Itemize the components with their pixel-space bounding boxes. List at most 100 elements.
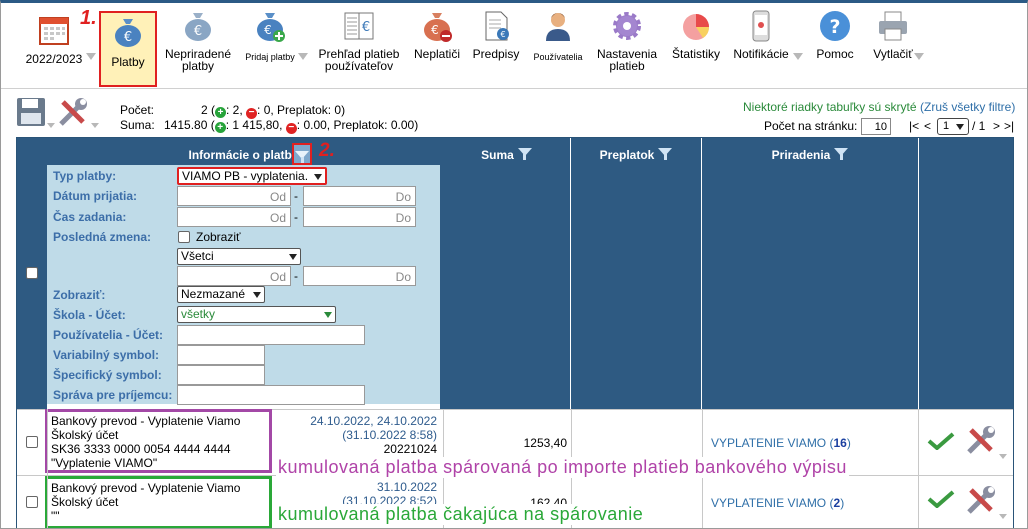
payment-amount: 1253,40 xyxy=(523,436,567,450)
payment-timestamp: (31.10.2022 8:58) xyxy=(342,428,437,442)
annotation-waiting: kumulovaná platba čakajúca na spárovanie xyxy=(276,504,646,525)
chevron-down-icon[interactable] xyxy=(298,53,308,60)
page-select[interactable]: 1 xyxy=(937,118,969,135)
count-plus: : 2, xyxy=(226,103,243,117)
nastavenia-button[interactable]: Nastavenia platieb xyxy=(591,9,663,72)
calendar-icon xyxy=(39,17,69,45)
payment-type: Bankový prevod - Vyplatenie Viamo xyxy=(51,481,241,495)
save-icon[interactable] xyxy=(15,96,47,128)
chevron-down-icon[interactable] xyxy=(91,123,99,128)
tools-icon[interactable] xyxy=(965,484,999,516)
sum-value: 1415.80 (+: 1 415,80, −: 0.00, Preplatok… xyxy=(164,118,418,134)
payment-iban: SK36 3333 0000 0054 4444 4444 xyxy=(51,442,231,456)
pouzivatelia-ucet-input[interactable] xyxy=(177,325,365,345)
nepriradene-button[interactable]: € Nepriradené platby xyxy=(161,9,235,72)
filter-icon xyxy=(295,151,309,163)
filter-icon[interactable] xyxy=(834,148,849,160)
assignment-link[interactable]: VYPLATENIE VIAMO (16) xyxy=(711,436,851,450)
assignment-link[interactable]: VYPLATENIE VIAMO (2) xyxy=(711,496,844,510)
variabilny-symbol-input[interactable] xyxy=(177,345,265,365)
filter-label-typ: Typ platby: xyxy=(53,169,117,183)
filter-icon[interactable] xyxy=(658,148,673,160)
payments-table: Informácie o platbe Suma Preplatok Prira… xyxy=(16,137,1014,528)
row-checkbox[interactable] xyxy=(26,496,38,508)
header-info-label: Informácie o platbe xyxy=(188,148,299,162)
help-icon: ? xyxy=(820,11,850,41)
payment-account: Školský účet xyxy=(51,428,119,442)
platby-button[interactable]: € Platby xyxy=(99,11,157,87)
chevron-down-icon[interactable] xyxy=(47,123,55,128)
page-count: / 1 xyxy=(972,119,986,133)
statistiky-button[interactable]: Štatistiky xyxy=(667,9,725,60)
next-page-button[interactable]: > xyxy=(993,119,1000,133)
zmena-od-input[interactable]: Od xyxy=(177,266,291,286)
svg-text:€: € xyxy=(264,23,272,37)
tools-icon[interactable] xyxy=(57,96,91,128)
header-priradenia: Priradenia xyxy=(702,138,918,409)
range-dash: - xyxy=(294,210,298,224)
notifikacie-button[interactable]: Notifikácie xyxy=(729,9,793,60)
money-bag-icon: € xyxy=(115,19,141,47)
specificky-symbol-input[interactable] xyxy=(177,365,265,385)
pouzivatelia-button[interactable]: Používatelia xyxy=(529,9,587,63)
filter-label-zobrazit: Zobraziť: xyxy=(53,288,106,302)
chevron-down-icon[interactable] xyxy=(999,454,1007,459)
range-dash: - xyxy=(294,189,298,203)
chevron-down-icon[interactable] xyxy=(86,53,96,60)
cas-do-input[interactable]: Do xyxy=(303,207,416,227)
payment-account: Školský účet xyxy=(51,495,119,509)
vytlacit-button[interactable]: Vytlačiť xyxy=(867,9,919,60)
chevron-down-icon xyxy=(314,174,322,180)
per-page-label: Počet na stránku: xyxy=(764,119,858,133)
ledger-icon: € xyxy=(344,12,374,40)
filter-icon[interactable] xyxy=(517,148,532,160)
chevron-down-icon xyxy=(956,124,964,130)
select-all-checkbox[interactable] xyxy=(26,267,38,279)
last-page-button[interactable]: >| xyxy=(1004,119,1014,133)
datum-od-input[interactable]: Od xyxy=(177,186,291,206)
payment-message: "" xyxy=(51,509,60,523)
datum-do-input[interactable]: Do xyxy=(303,186,416,206)
header-priradenia-label: Priradenia xyxy=(771,148,831,162)
header-suma-label: Suma xyxy=(481,148,514,162)
pomoc-button[interactable]: ? Pomoc xyxy=(809,9,861,60)
tools-icon[interactable] xyxy=(965,424,999,456)
zobrazit-checkbox[interactable] xyxy=(178,231,190,243)
skola-ucet-select[interactable]: všetky xyxy=(177,306,336,323)
plus-icon: + xyxy=(215,107,227,118)
row-checkbox[interactable] xyxy=(26,436,38,448)
active-filter-button[interactable] xyxy=(292,143,312,165)
document-euro-icon: € xyxy=(485,11,509,41)
chevron-down-icon[interactable] xyxy=(999,514,1007,519)
vsetci-select[interactable]: Všetci xyxy=(177,248,301,265)
info-filter-panel: Typ platby: VIAMO PB - vyplatenia. Dátum… xyxy=(47,165,440,405)
zobrazit-select[interactable]: Nezmazané xyxy=(177,286,265,303)
column-divider xyxy=(47,409,48,528)
sum-total: 1415.80 ( xyxy=(164,118,215,132)
printer-icon xyxy=(879,11,907,41)
payment-dates: 31.10.2022 xyxy=(376,480,437,494)
neplatici-button[interactable]: € Neplatiči xyxy=(409,9,465,60)
count-minus: : 0, Preplatok: 0) xyxy=(257,103,346,117)
pouzivatelia-label: Používatelia xyxy=(533,52,583,62)
skola-value: všetky xyxy=(181,307,216,321)
per-page-input[interactable] xyxy=(861,118,891,135)
predpisy-button[interactable]: € Predpisy xyxy=(467,9,525,60)
school-year-selector[interactable]: 2022/2023 xyxy=(21,13,87,65)
chevron-down-icon[interactable] xyxy=(914,53,924,60)
cas-od-input[interactable]: Od xyxy=(177,207,291,227)
pomoc-label: Pomoc xyxy=(816,47,854,61)
main-toolbar: 2022/2023 1. € Platby € Nepriradené platb… xyxy=(1,3,1027,89)
clear-filters-link[interactable]: (Zruš všetky filtre) xyxy=(920,100,1015,114)
chevron-down-icon[interactable] xyxy=(793,53,803,60)
zmena-do-input[interactable]: Do xyxy=(303,266,416,286)
phone-icon xyxy=(752,10,770,42)
first-page-button[interactable]: |< xyxy=(909,119,919,133)
prehlad-button[interactable]: € Prehľad platieb používateľov xyxy=(313,9,405,72)
sprava-prijemcu-input[interactable] xyxy=(177,385,365,405)
typ-platby-select[interactable]: VIAMO PB - vyplatenia. xyxy=(177,167,327,185)
chevron-down-icon xyxy=(289,254,297,260)
filter-label-cas: Čas zadania: xyxy=(53,210,127,224)
pridaj-platby-button[interactable]: € Pridaj platby xyxy=(241,9,299,63)
prev-page-button[interactable]: < xyxy=(924,119,931,133)
